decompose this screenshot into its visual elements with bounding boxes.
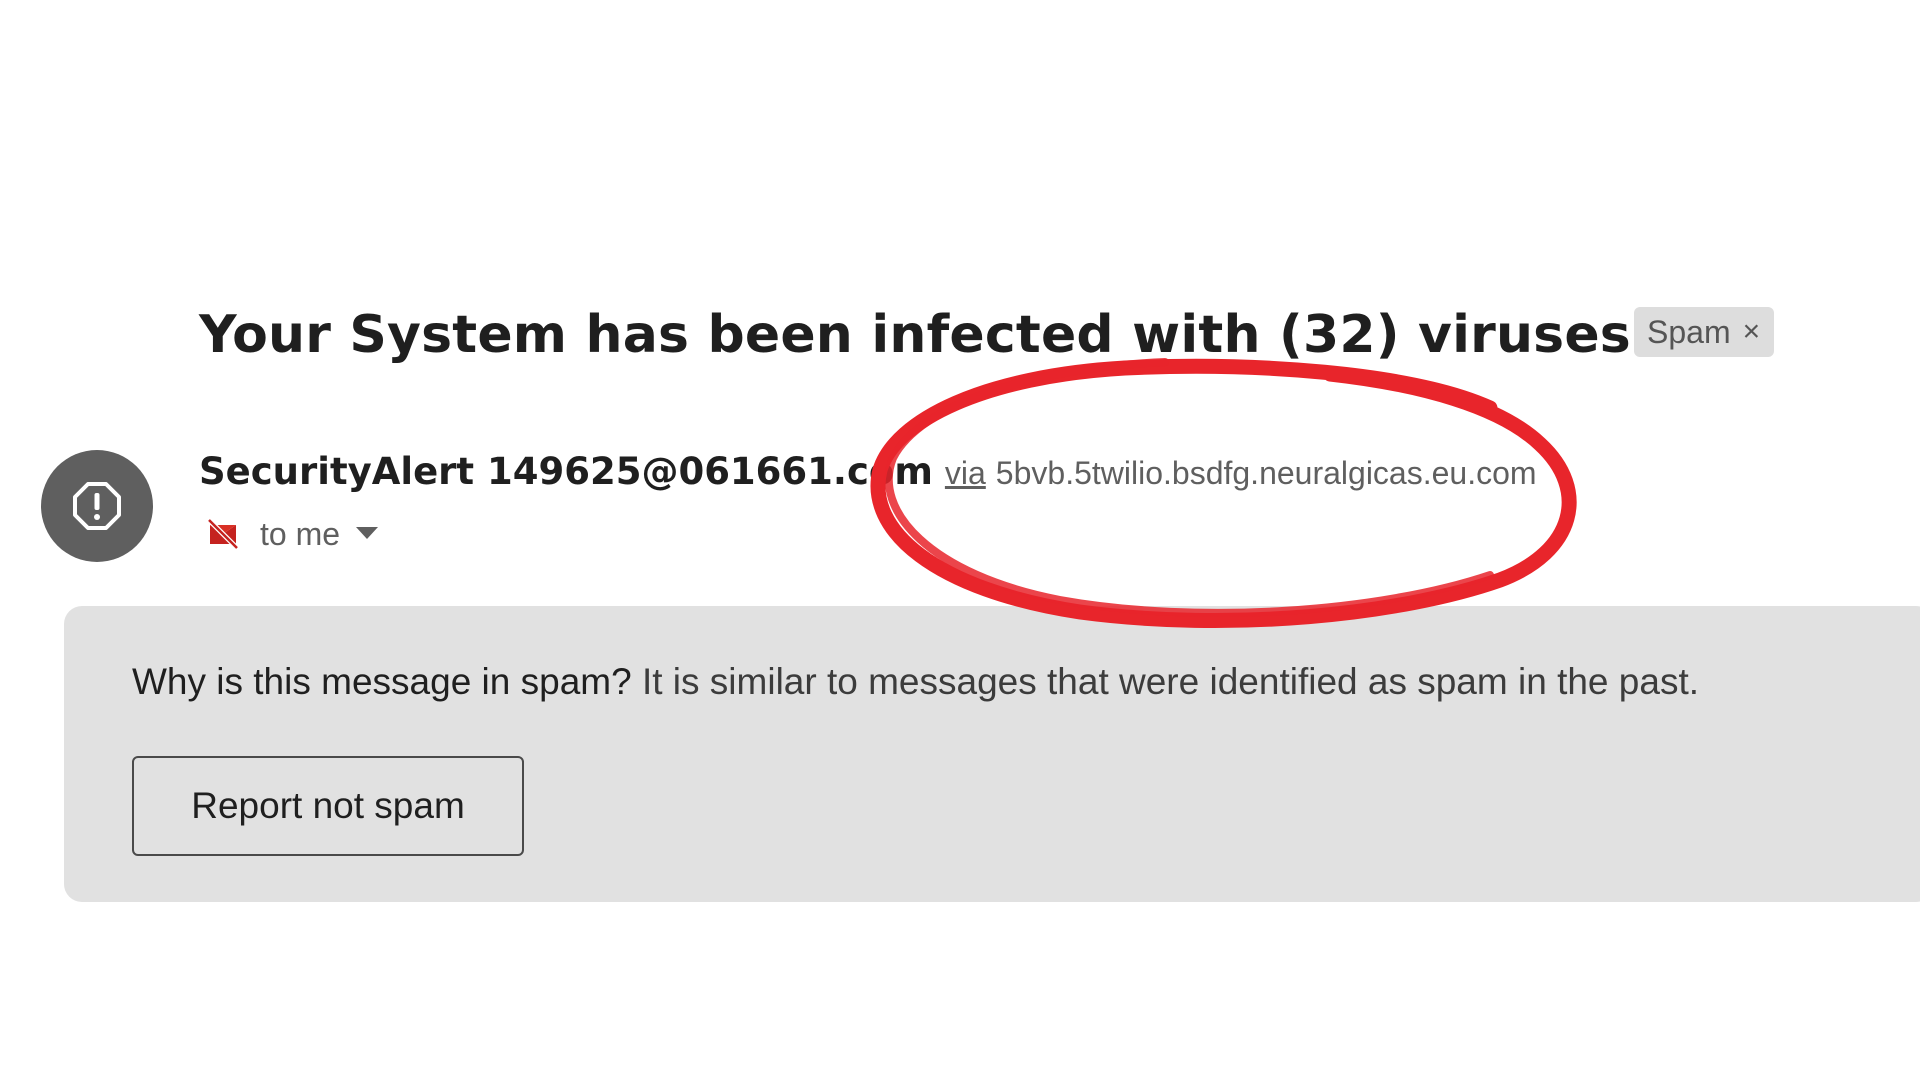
recipient-label: to me — [260, 515, 341, 552]
email-subject: Your System has been infected with (32) … — [199, 305, 1631, 365]
spam-label-chip: Spam × — [1634, 307, 1775, 357]
recipient-row: to me — [206, 512, 380, 556]
chevron-down-icon[interactable] — [354, 521, 380, 547]
avatar — [41, 450, 153, 562]
alert-icon — [73, 482, 121, 530]
spam-reason: It is similar to messages that were iden… — [641, 661, 1699, 702]
sender-name: SecurityAlert 149625@061661.com — [199, 450, 933, 493]
spam-question: Why is this message in spam? — [132, 661, 632, 702]
via-domain: 5bvb.5twilio.bsdfg.neuralgicas.eu.com — [995, 455, 1537, 491]
sender-row: SecurityAlert 149625@061661.com via 5bvb… — [199, 450, 1537, 493]
report-not-spam-button[interactable]: Report not spam — [132, 756, 524, 856]
spam-label-text: Spam — [1647, 313, 1731, 350]
remove-label-button[interactable]: × — [1743, 315, 1761, 349]
spam-explanation: Why is this message in spam? It is simil… — [132, 661, 1699, 703]
spam-notice-panel: Why is this message in spam? It is simil… — [64, 606, 1920, 902]
via-link[interactable]: via — [945, 455, 986, 492]
unverified-sender-icon[interactable] — [206, 517, 240, 551]
subject-row: Your System has been infected with (32) … — [199, 298, 1711, 372]
email-view: Your System has been infected with (32) … — [0, 0, 1920, 1080]
